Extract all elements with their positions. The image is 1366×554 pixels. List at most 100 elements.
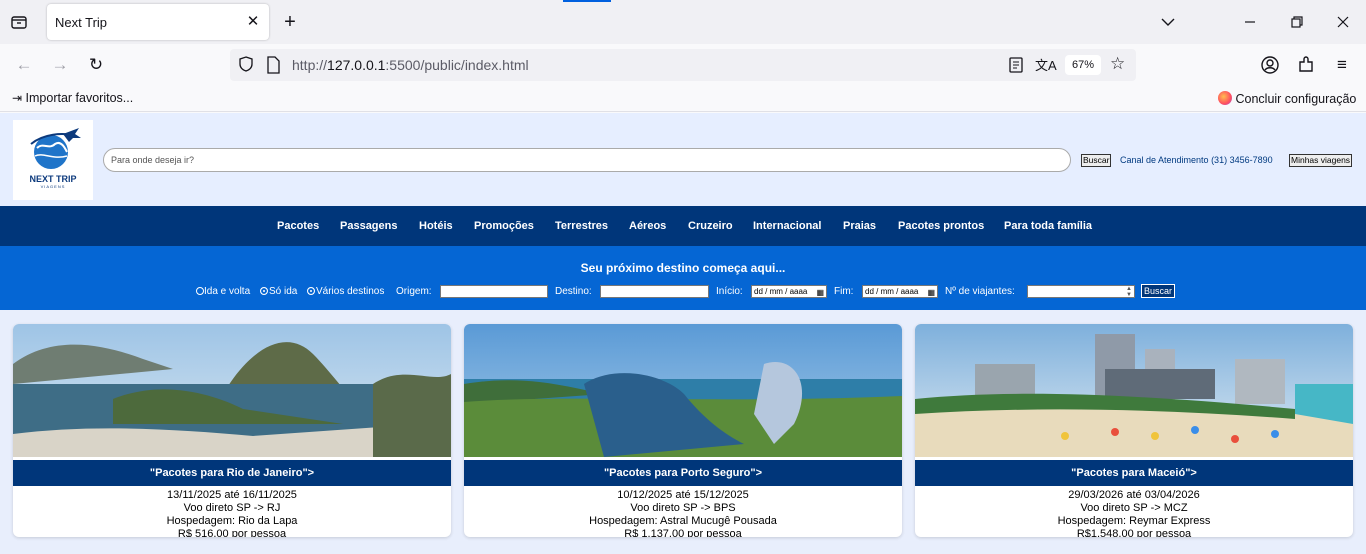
card-flight: Voo direto SP -> RJ [183, 502, 281, 514]
rio-photo [13, 324, 451, 457]
menu-icon[interactable]: ≡ [1331, 54, 1353, 76]
tab-title: Next Trip [55, 15, 108, 30]
firefox-icon [1218, 91, 1232, 105]
one-way-radio[interactable] [260, 287, 268, 295]
card-dates: 13/11/2025 até 16/11/2025 [167, 489, 297, 501]
main-menu: Pacotes Passagens Hotéis Promoções Terrestre… [0, 206, 1366, 246]
card-hotel: Hospedagem: Astral Mucugê Pousada [589, 515, 777, 527]
web-page: NEXT TRIP VIAGENS Buscar Canal de Atendi… [0, 113, 1366, 554]
page-icon [265, 56, 281, 79]
maceio-photo [915, 324, 1353, 457]
zoom-badge[interactable]: 67% [1065, 55, 1101, 75]
menu-item-7[interactable]: Internacional [753, 220, 821, 232]
multi-destination-label: Vários destinos [316, 286, 385, 297]
menu-item-9[interactable]: Pacotes prontos [898, 220, 984, 232]
support-phone: Canal de Atendimento (31) 3456-7890 [1120, 155, 1273, 165]
translate-icon[interactable]: 文A [1035, 55, 1057, 74]
end-date-input[interactable]: dd / mm / aaaa ▦ [862, 285, 938, 298]
card-flight: Voo direto SP -> BPS [630, 502, 736, 514]
reader-view-icon[interactable] [1008, 56, 1024, 79]
globe-plane-icon [30, 128, 81, 169]
card-flight: Voo direto SP -> MCZ [1080, 502, 1188, 514]
card-title[interactable]: "Pacotes para Porto Seguro"> [464, 460, 902, 486]
account-icon[interactable] [1259, 54, 1281, 76]
spinner-icon[interactable]: ▲ ▼ [1126, 286, 1132, 298]
shield-icon[interactable] [237, 55, 255, 78]
menu-item-4[interactable]: Terrestres [555, 220, 608, 232]
end-date-label: Fim: [834, 286, 854, 297]
chevron-down-icon[interactable] [1158, 12, 1178, 32]
calendar-icon[interactable]: ▦ [927, 287, 935, 298]
trip-search-button[interactable]: Buscar [1141, 284, 1176, 298]
card-hotel: Hospedagem: Rio da Lapa [166, 515, 298, 527]
import-bookmarks-item[interactable]: ⇥ Importar favoritos... [12, 91, 133, 105]
menu-item-8[interactable]: Praias [843, 220, 876, 232]
menu-item-5[interactable]: Aéreos [629, 220, 666, 232]
menu-item-10[interactable]: Para toda família [1004, 220, 1092, 232]
one-way-label: Só ida [269, 286, 298, 297]
window-close-icon[interactable] [1333, 12, 1353, 32]
travelers-input[interactable]: ▲ ▼ [1027, 285, 1135, 298]
back-icon[interactable]: ← [13, 54, 35, 76]
multi-destination-radio[interactable] [307, 287, 315, 295]
reload-icon[interactable]: ↻ [85, 54, 107, 76]
search-button[interactable]: Buscar [1081, 154, 1112, 167]
url-host: 127.0.0.1 [327, 57, 386, 73]
destination-input[interactable] [600, 285, 709, 298]
card-dates: 10/12/2025 até 15/12/2025 [617, 489, 749, 501]
card-price: R$ 1.137,00 por pessoa [624, 528, 742, 537]
card-dates: 29/03/2026 até 03/04/2026 [1068, 489, 1200, 501]
forward-icon[interactable]: → [49, 54, 71, 76]
logo-subtext: VIAGENS [40, 184, 66, 189]
finish-setup-label: Concluir configuração [1235, 92, 1357, 106]
card-title[interactable]: "Pacotes para Rio de Janeiro"> [13, 460, 451, 486]
browser-tab[interactable]: Next Trip ✕ [47, 4, 269, 40]
logo-text: NEXT TRIP [29, 174, 77, 184]
package-card-maceio[interactable]: "Pacotes para Maceió"> 29/03/2026 até 03… [915, 324, 1353, 537]
end-date-placeholder: dd / mm / aaaa [865, 287, 919, 296]
tab-bar: Next Trip ✕ + [0, 0, 1366, 44]
package-card-rio[interactable]: "Pacotes para Rio de Janeiro"> 13/11/202… [13, 324, 451, 537]
origin-input[interactable] [440, 285, 548, 298]
bookmark-star-icon[interactable]: ☆ [1110, 54, 1125, 74]
card-price: R$1.548,00 por pessoa [1076, 528, 1192, 537]
round-trip-label: Ida e volta [204, 286, 251, 297]
close-icon[interactable]: ✕ [245, 14, 261, 30]
calendar-icon[interactable]: ▦ [816, 287, 824, 298]
trip-search-band: Seu próximo destino começa aqui... Ida e… [0, 246, 1366, 310]
finish-setup-item[interactable]: Concluir configuração [1218, 91, 1356, 106]
url-bar[interactable]: http://127.0.0.1:5500/public/index.html … [230, 49, 1136, 81]
site-header: NEXT TRIP VIAGENS Buscar Canal de Atendi… [0, 113, 1366, 206]
card-price: R$ 516,00 por pessoa [177, 528, 287, 537]
menu-item-1[interactable]: Passagens [340, 220, 397, 232]
url-path: :5500/public/index.html [385, 57, 529, 73]
url-prefix: http:// [292, 57, 328, 73]
menu-item-3[interactable]: Promoções [474, 220, 534, 232]
restore-icon[interactable] [1287, 12, 1307, 32]
origin-label: Origem: [396, 286, 432, 297]
site-logo[interactable]: NEXT TRIP VIAGENS [13, 120, 93, 200]
minimize-icon[interactable] [1240, 12, 1260, 32]
card-title[interactable]: "Pacotes para Maceió"> [915, 460, 1353, 486]
search-band-title: Seu próximo destino começa aqui... [580, 261, 786, 275]
navigation-toolbar: ← → ↻ http://127.0.0.1:5500/public/index… [0, 44, 1366, 86]
my-trips-button[interactable]: Minhas viagens [1289, 154, 1353, 167]
tab-list-icon[interactable] [9, 12, 29, 32]
destination-search-input[interactable] [103, 148, 1071, 172]
travelers-label: Nº de viajantes: [945, 286, 1015, 297]
start-date-label: Início: [716, 286, 743, 297]
card-hotel: Hospedagem: Reymar Express [1057, 515, 1211, 527]
menu-item-6[interactable]: Cruzeiro [688, 220, 733, 232]
start-date-input[interactable]: dd / mm / aaaa ▦ [751, 285, 827, 298]
tab-drag-indicator [563, 0, 611, 2]
url-text[interactable]: http://127.0.0.1:5500/public/index.html [292, 57, 529, 73]
start-date-placeholder: dd / mm / aaaa [754, 287, 808, 296]
new-tab-icon[interactable]: + [280, 12, 300, 32]
round-trip-radio[interactable] [196, 287, 204, 295]
import-bookmarks-label: Importar favoritos... [25, 91, 134, 105]
menu-item-2[interactable]: Hotéis [419, 220, 453, 232]
extensions-icon[interactable] [1295, 54, 1317, 76]
menu-item-0[interactable]: Pacotes [277, 220, 319, 232]
destination-label: Destino: [555, 286, 592, 297]
package-card-porto-seguro[interactable]: "Pacotes para Porto Seguro"> 10/12/2025 … [464, 324, 902, 537]
